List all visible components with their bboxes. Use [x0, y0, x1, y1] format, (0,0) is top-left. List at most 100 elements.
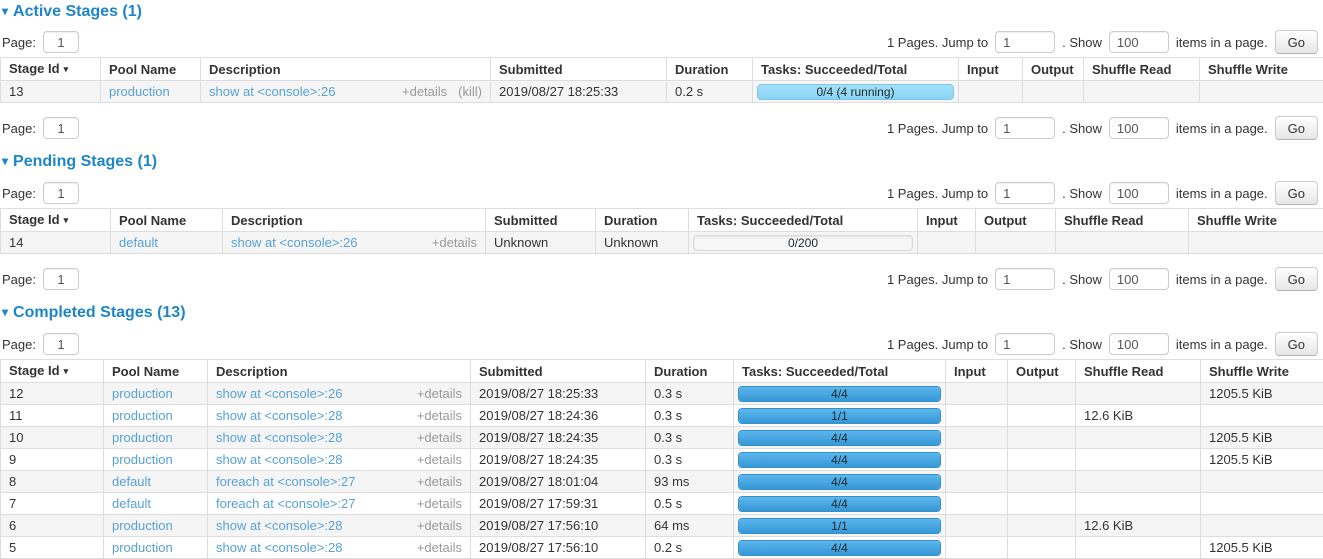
jump-to-page-input[interactable] [995, 268, 1055, 290]
jump-to-page-input[interactable] [995, 182, 1055, 204]
page-size-input[interactable] [1109, 182, 1169, 204]
cell-shuffle-write [1189, 232, 1323, 254]
jump-to-page-input[interactable] [995, 117, 1055, 139]
jump-to-page-input[interactable] [995, 333, 1055, 355]
description-link[interactable]: show at <console>:26 [209, 84, 335, 99]
column-header-stage-id[interactable]: Stage Id▾ [1, 209, 111, 232]
details-toggle[interactable]: +details [417, 430, 462, 445]
column-header-stage-id[interactable]: Stage Id▾ [1, 360, 104, 383]
details-toggle[interactable]: +details [417, 496, 462, 511]
column-header-tasks-succeeded-total[interactable]: Tasks: Succeeded/Total [734, 360, 946, 383]
details-toggle[interactable]: +details [417, 452, 462, 467]
page-size-input[interactable] [1109, 333, 1169, 355]
column-header-output[interactable]: Output [1008, 360, 1076, 383]
pool-link[interactable]: production [112, 386, 173, 401]
column-header-description[interactable]: Description [223, 209, 486, 232]
description-extras: +details [417, 386, 462, 401]
go-button[interactable]: Go [1275, 267, 1318, 291]
pages-summary-text: 1 Pages. Jump to [887, 121, 988, 136]
column-header-duration[interactable]: Duration [596, 209, 689, 232]
column-header-submitted[interactable]: Submitted [471, 360, 646, 383]
column-header-shuffle-read[interactable]: Shuffle Read [1084, 58, 1200, 81]
cell-output [1008, 537, 1076, 559]
pool-link[interactable]: default [112, 474, 151, 489]
description-link[interactable]: show at <console>:28 [216, 408, 342, 423]
go-button[interactable]: Go [1275, 332, 1318, 356]
details-toggle[interactable]: +details [417, 518, 462, 533]
kill-link[interactable]: (kill) [458, 84, 482, 99]
details-toggle[interactable]: +details [417, 408, 462, 423]
completed-stages-heading[interactable]: ▾Completed Stages (13) [2, 304, 1323, 321]
description-link[interactable]: show at <console>:28 [216, 452, 342, 467]
column-header-description[interactable]: Description [201, 58, 491, 81]
page-number-input[interactable] [43, 333, 79, 355]
pool-link[interactable]: production [112, 430, 173, 445]
details-toggle[interactable]: +details [417, 474, 462, 489]
details-toggle[interactable]: +details [402, 84, 447, 99]
column-header-input[interactable]: Input [918, 209, 976, 232]
page-number-input[interactable] [43, 117, 79, 139]
description-link[interactable]: foreach at <console>:27 [216, 474, 356, 489]
cell-output [1008, 493, 1076, 515]
description-link[interactable]: foreach at <console>:27 [216, 496, 356, 511]
column-header-pool-name[interactable]: Pool Name [101, 58, 201, 81]
pending-stages-heading[interactable]: ▾Pending Stages (1) [2, 153, 1323, 170]
page-number-input[interactable] [43, 268, 79, 290]
description-link[interactable]: show at <console>:28 [216, 430, 342, 445]
task-progress-bar: 0/200 [693, 235, 913, 251]
details-toggle[interactable]: +details [432, 235, 477, 250]
column-header-duration[interactable]: Duration [667, 58, 753, 81]
column-header-shuffle-read[interactable]: Shuffle Read [1056, 209, 1189, 232]
pool-link[interactable]: default [112, 496, 151, 511]
column-header-shuffle-write[interactable]: Shuffle Write [1201, 360, 1323, 383]
cell-shuffle-write [1201, 515, 1323, 537]
pager-right: 1 Pages. Jump to. Showitems in a page.Go [887, 30, 1318, 54]
details-toggle[interactable]: +details [417, 386, 462, 401]
description-extras: +details [432, 235, 477, 250]
page-size-input[interactable] [1109, 117, 1169, 139]
pool-link[interactable]: production [112, 452, 173, 467]
pool-link[interactable]: production [112, 408, 173, 423]
go-button[interactable]: Go [1275, 116, 1318, 140]
description-link[interactable]: show at <console>:28 [216, 518, 342, 533]
pool-link[interactable]: production [112, 540, 173, 555]
pool-link[interactable]: default [119, 235, 158, 250]
column-header-output[interactable]: Output [1023, 58, 1084, 81]
column-header-label: Stage Id [9, 363, 60, 378]
column-header-submitted[interactable]: Submitted [491, 58, 667, 81]
column-header-shuffle-write[interactable]: Shuffle Write [1200, 58, 1323, 81]
column-header-input[interactable]: Input [959, 58, 1023, 81]
task-progress-label: 0/4 (4 running) [758, 85, 953, 99]
description-link[interactable]: show at <console>:26 [216, 386, 342, 401]
cell-shuffle-read [1076, 427, 1201, 449]
column-header-tasks-succeeded-total[interactable]: Tasks: Succeeded/Total [753, 58, 959, 81]
column-header-output[interactable]: Output [976, 209, 1056, 232]
column-header-input[interactable]: Input [946, 360, 1008, 383]
go-button[interactable]: Go [1275, 30, 1318, 54]
active-stages-heading[interactable]: ▾Active Stages (1) [2, 3, 1323, 20]
page-number-input[interactable] [43, 182, 79, 204]
cell-output [1008, 471, 1076, 493]
column-header-stage-id[interactable]: Stage Id▾ [1, 58, 101, 81]
column-header-pool-name[interactable]: Pool Name [111, 209, 223, 232]
column-header-shuffle-write[interactable]: Shuffle Write [1189, 209, 1323, 232]
show-label: . Show [1062, 186, 1102, 201]
column-header-shuffle-read[interactable]: Shuffle Read [1076, 360, 1201, 383]
column-header-tasks-succeeded-total[interactable]: Tasks: Succeeded/Total [689, 209, 918, 232]
page-number-input[interactable] [43, 31, 79, 53]
pool-link[interactable]: production [109, 84, 170, 99]
column-header-pool-name[interactable]: Pool Name [104, 360, 208, 383]
column-header-submitted[interactable]: Submitted [486, 209, 596, 232]
page-size-input[interactable] [1109, 31, 1169, 53]
details-toggle[interactable]: +details [417, 540, 462, 555]
column-header-description[interactable]: Description [208, 360, 471, 383]
column-header-duration[interactable]: Duration [646, 360, 734, 383]
go-button[interactable]: Go [1275, 181, 1318, 205]
jump-to-page-input[interactable] [995, 31, 1055, 53]
cell-output [1008, 383, 1076, 405]
description-link[interactable]: show at <console>:26 [231, 235, 357, 250]
page-size-input[interactable] [1109, 268, 1169, 290]
description-link[interactable]: show at <console>:28 [216, 540, 342, 555]
pool-link[interactable]: production [112, 518, 173, 533]
cell-shuffle-read [1076, 449, 1201, 471]
